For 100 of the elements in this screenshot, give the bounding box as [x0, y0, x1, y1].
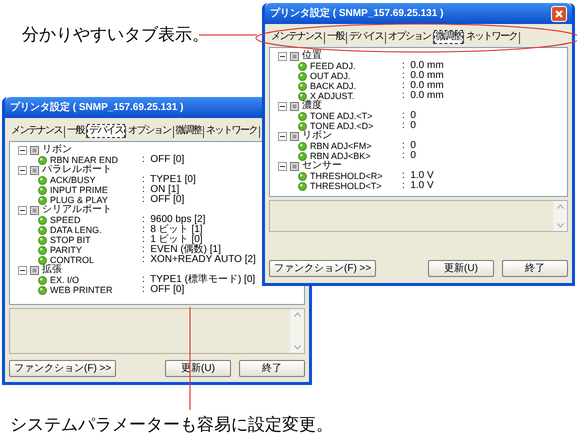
item-label[interactable]: RBN ADJ<FM> — [310, 141, 402, 151]
function-button[interactable]: ファンクション(F) >> — [9, 360, 116, 377]
tab[interactable]: ネットワーク — [204, 124, 259, 138]
item-label[interactable]: OUT ADJ. — [310, 71, 402, 81]
bullet-icon — [38, 256, 47, 264]
item-label[interactable]: TONE ADJ.<D> — [310, 121, 402, 131]
collapse-icon[interactable] — [278, 102, 287, 110]
tab[interactable]: ネットワーク — [464, 30, 519, 44]
item-label[interactable]: THRESHOLD<R> — [310, 171, 402, 181]
tab[interactable]: メンテナンス — [9, 124, 64, 138]
bullet-icon — [298, 142, 307, 150]
item-label[interactable]: RBN ADJ<BK> — [310, 151, 402, 161]
caption: システムパラメーターも容易に設定変更。 — [10, 414, 333, 436]
collapse-icon[interactable] — [18, 206, 27, 214]
item-value: : 0.0 mm — [402, 91, 444, 101]
bullet-icon — [38, 276, 47, 284]
item-value: : XON+READY AUTO [2] — [142, 255, 256, 265]
tab[interactable]: デバイス — [347, 30, 385, 44]
square-icon — [290, 132, 299, 140]
item-label[interactable]: THRESHOLD<T> — [310, 181, 402, 191]
function-button[interactable]: ファンクション(F) >> — [269, 260, 376, 277]
square-icon — [30, 266, 39, 274]
collapse-icon[interactable] — [278, 132, 287, 140]
item-label[interactable]: PLUG & PLAY — [50, 195, 142, 205]
group-label[interactable]: パラレルポート — [42, 165, 112, 175]
group-label[interactable]: センサー — [302, 161, 342, 171]
item-value: : 0 — [402, 141, 416, 151]
leader-line — [198, 34, 258, 36]
item-value: : EVEN (偶数) [1] — [142, 245, 221, 255]
group-label[interactable]: 拡張 — [42, 265, 62, 275]
square-icon — [30, 206, 39, 214]
item-value: : OFF [0] — [142, 155, 184, 165]
bullet-icon — [298, 92, 307, 100]
group-label[interactable]: 位置 — [302, 51, 322, 61]
item-value: : TYPE1 [0] — [142, 175, 196, 185]
collapse-icon[interactable] — [278, 52, 287, 60]
square-icon — [290, 102, 299, 110]
exit-button[interactable]: 終了 — [239, 360, 305, 377]
item-label[interactable]: STOP BIT — [50, 235, 142, 245]
item-label[interactable]: RBN NEAR END — [50, 155, 142, 165]
exit-button[interactable]: 終了 — [502, 260, 568, 277]
item-label[interactable]: PARITY — [50, 245, 142, 255]
item-value: : ON [1] — [142, 185, 180, 195]
item-value: : 8 ビット [1] — [142, 225, 203, 235]
window-title: プリンタ設定 ( SNMP_157.69.25.131 ) — [10, 100, 184, 115]
bullet-icon — [38, 196, 47, 204]
close-icon — [554, 8, 564, 18]
item-label[interactable]: CONTROL — [50, 255, 142, 265]
bullet-icon — [298, 112, 307, 120]
item-label[interactable]: DATA LENG. — [50, 225, 142, 235]
bullet-icon — [298, 122, 307, 130]
bullet-icon — [38, 236, 47, 244]
tab[interactable]: 微調整 — [174, 124, 203, 138]
window-title: プリンタ設定 ( SNMP_157.69.25.131 ) — [270, 6, 444, 21]
bullet-icon — [298, 152, 307, 160]
item-label[interactable]: WEB PRINTER — [50, 285, 142, 295]
item-value: : 0 — [402, 111, 416, 121]
tab[interactable]: オプション — [126, 124, 172, 138]
item-value: : 0.0 mm — [402, 61, 444, 71]
item-value: : OFF [0] — [142, 195, 184, 205]
tab[interactable]: メンテナンス — [269, 30, 324, 44]
item-value: : 1.0 V — [402, 181, 434, 191]
item-value: : 0 — [402, 151, 416, 161]
group-label[interactable]: シリアルポート — [42, 205, 112, 215]
item-label[interactable]: BACK ADJ. — [310, 81, 402, 91]
item-value: : 1 ビット [0] — [142, 235, 203, 245]
item-label[interactable]: TONE ADJ.<T> — [310, 111, 402, 121]
bullet-icon — [298, 172, 307, 180]
collapse-icon[interactable] — [18, 146, 27, 154]
item-value: : 0 — [402, 121, 416, 131]
item-value: : TYPE1 (標準モード) [0] — [142, 275, 256, 285]
tab[interactable]: 微調整 — [434, 30, 463, 44]
group-label[interactable]: 濃度 — [302, 101, 322, 111]
tab[interactable]: デバイス — [87, 124, 125, 138]
item-label[interactable]: EX. I/O — [50, 275, 142, 285]
item-label[interactable]: SPEED — [50, 215, 142, 225]
collapse-icon[interactable] — [18, 266, 27, 274]
tab[interactable]: 一般 — [65, 124, 86, 138]
collapse-icon[interactable] — [278, 162, 287, 170]
bullet-icon — [38, 186, 47, 194]
item-value: : 1.0 V — [402, 171, 434, 181]
item-label[interactable]: FEED ADJ. — [310, 61, 402, 71]
item-label[interactable]: INPUT PRIME — [50, 185, 142, 195]
group-label[interactable]: リボン — [302, 131, 332, 141]
update-button[interactable]: 更新(U) — [428, 260, 494, 277]
bullet-icon — [38, 226, 47, 234]
tab[interactable]: オプション — [386, 30, 432, 44]
group-label[interactable]: リボン — [42, 145, 72, 155]
item-label[interactable]: X ADJUST. — [310, 91, 402, 101]
square-icon — [30, 166, 39, 174]
bullet-icon — [298, 82, 307, 90]
square-icon — [30, 146, 39, 154]
bullet-icon — [298, 62, 307, 70]
item-value: : OFF [0] — [142, 285, 184, 295]
item-label[interactable]: ACK/BUSY — [50, 175, 142, 185]
tab[interactable]: 一般 — [325, 30, 346, 44]
bullet-icon — [38, 246, 47, 254]
close-button[interactable] — [551, 6, 567, 22]
item-value: : 0.0 mm — [402, 81, 444, 91]
collapse-icon[interactable] — [18, 166, 27, 174]
